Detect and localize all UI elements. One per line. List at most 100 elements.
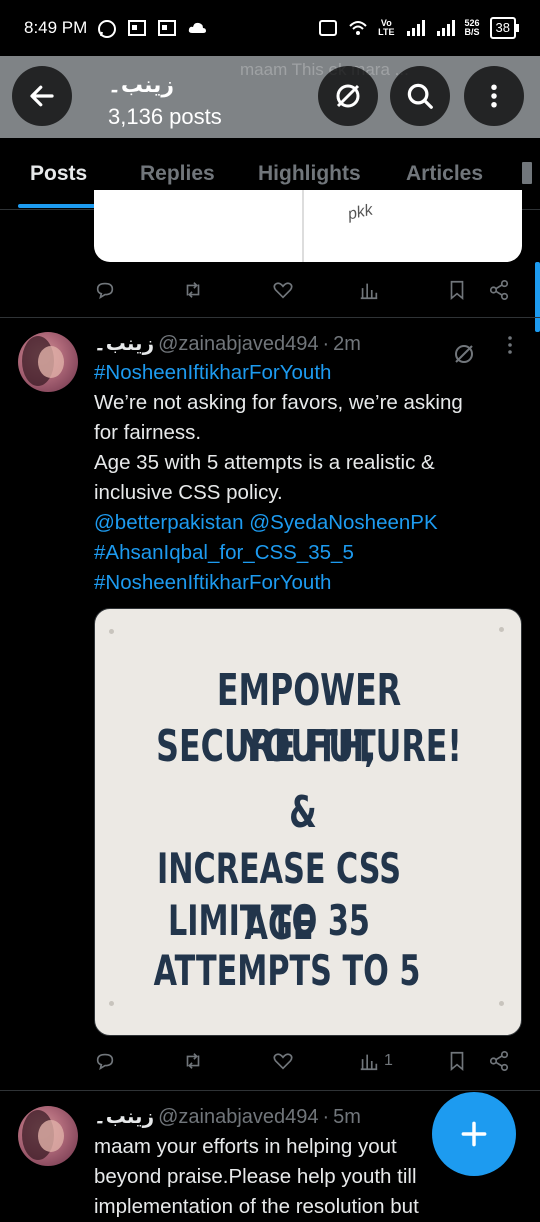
plus-icon xyxy=(461,1121,487,1147)
banner-text-line: & xyxy=(289,787,317,838)
tab-replies[interactable]: Replies xyxy=(140,162,215,186)
profile-header: maam This ek mara ... زینب۔ 3,136 posts xyxy=(0,56,540,138)
heart-icon xyxy=(273,1053,293,1070)
like-button[interactable] xyxy=(272,279,294,301)
arrow-left-icon xyxy=(30,85,54,107)
volte-indicator: Vo LTE xyxy=(378,19,394,37)
bookmark-button[interactable] xyxy=(446,1050,468,1072)
repost-button[interactable] xyxy=(182,279,204,301)
post-text-line: inclusive CSS policy. xyxy=(94,481,283,504)
bookmark-button[interactable] xyxy=(446,279,468,301)
post-text-line: implementation of the resolution but xyxy=(94,1195,419,1218)
user-handle[interactable]: @zainabjaved494 xyxy=(158,333,318,356)
network-speed: 526 B/S xyxy=(465,19,480,37)
status-right: Vo LTE 526 B/S 38 xyxy=(318,17,520,39)
repost-button[interactable] xyxy=(182,1050,204,1072)
cloud-icon xyxy=(187,19,207,37)
banner-grommet xyxy=(109,1001,114,1006)
analytics-icon xyxy=(360,283,378,300)
more-vertical-icon xyxy=(508,336,512,354)
tab-posts[interactable]: Posts xyxy=(30,162,87,186)
post-divider xyxy=(0,1090,540,1091)
repost-icon xyxy=(186,1053,200,1069)
views-button[interactable] xyxy=(358,279,380,301)
post-text-line: for fairness. xyxy=(94,421,202,444)
share-icon xyxy=(489,280,509,300)
bookmark-icon xyxy=(450,1051,464,1072)
nfc-icon xyxy=(318,19,338,37)
post-actions: 1 xyxy=(94,1050,514,1076)
post-image[interactable]: EMPOWER YOUTH, SECURE FUTURE! & INCREASE… xyxy=(94,608,522,1036)
views-count: 1 xyxy=(384,1052,393,1069)
grok-icon xyxy=(336,84,360,108)
header-display-name: زینب۔ xyxy=(108,72,175,97)
compose-button[interactable] xyxy=(432,1092,516,1176)
tab-highlights[interactable]: Highlights xyxy=(258,162,361,186)
analytics-icon xyxy=(360,1054,378,1071)
image-fold-line xyxy=(302,190,304,262)
post-header: زینب۔ @zainabjaved494 · 2m xyxy=(94,331,361,356)
banner-grommet xyxy=(499,627,504,632)
wifi-icon xyxy=(348,19,368,37)
tab-articles[interactable]: Articles xyxy=(406,162,483,186)
mention-links[interactable]: @betterpakistan @SyedaNosheenPK xyxy=(94,508,514,538)
reply-button[interactable] xyxy=(94,1050,116,1072)
network-speed-unit: B/S xyxy=(464,27,480,37)
post-time[interactable]: 2m xyxy=(333,333,361,356)
tab-overflow-hint[interactable] xyxy=(522,162,532,184)
separator-dot: · xyxy=(322,333,330,355)
repost-icon xyxy=(186,282,200,298)
hashtag-link[interactable]: #NosheenIftikharForYouth xyxy=(94,358,514,388)
banner-text-line: ATTEMPTS TO 5 xyxy=(153,946,421,995)
hashtag-link[interactable]: #NosheenIftikharForYouth xyxy=(94,568,514,598)
previous-post-actions xyxy=(94,279,514,305)
post-text-line: Age 35 with 5 attempts is a realistic & xyxy=(94,451,435,474)
banner-text-line: LIMIT TO 35 xyxy=(168,896,370,945)
hashtag-link[interactable]: #AhsanIqbal_for_CSS_35_5 xyxy=(94,538,514,568)
header-post-count: 3,136 posts xyxy=(108,104,222,129)
user-handle[interactable]: @zainabjaved494 xyxy=(158,1106,318,1129)
display-name[interactable]: زینب۔ xyxy=(94,1104,154,1129)
share-icon xyxy=(489,1051,509,1071)
battery-indicator: 38 xyxy=(489,17,520,39)
display-name[interactable]: زینب۔ xyxy=(94,331,154,356)
grok-button[interactable] xyxy=(318,66,378,126)
post-header: زینب۔ @zainabjaved494 · 5m xyxy=(94,1104,361,1129)
bookmark-icon xyxy=(450,280,464,301)
signal-icon-2 xyxy=(435,19,455,37)
more-options-button[interactable] xyxy=(464,66,524,126)
reply-icon xyxy=(96,282,114,300)
share-button[interactable] xyxy=(488,1050,510,1072)
more-vertical-icon xyxy=(491,84,497,108)
separator-dot: · xyxy=(322,1106,330,1128)
avatar-face xyxy=(38,346,64,378)
status-left: 8:49 PM xyxy=(24,18,207,38)
news-icon-2 xyxy=(157,19,177,37)
share-button[interactable] xyxy=(488,279,510,301)
post-time[interactable]: 5m xyxy=(333,1106,361,1129)
avatar[interactable] xyxy=(18,332,78,392)
active-tab-indicator xyxy=(18,204,104,208)
heart-icon xyxy=(273,282,293,299)
avatar-face xyxy=(38,1120,64,1152)
news-icon xyxy=(127,19,147,37)
views-button[interactable]: 1 xyxy=(358,1050,393,1072)
back-button[interactable] xyxy=(12,66,72,126)
post-text-line: We’re not asking for favors, we’re askin… xyxy=(94,391,463,414)
search-icon xyxy=(407,83,433,109)
volte-bottom: LTE xyxy=(378,27,395,37)
scrollbar-thumb[interactable] xyxy=(535,262,540,332)
like-button[interactable] xyxy=(272,1050,294,1072)
post-divider xyxy=(0,317,540,318)
post-text: #NosheenIftikharForYouth We’re not askin… xyxy=(94,358,514,598)
whatsapp-icon xyxy=(97,19,117,38)
reply-button[interactable] xyxy=(94,279,116,301)
signal-icon xyxy=(405,19,425,37)
search-button[interactable] xyxy=(390,66,450,126)
clock: 8:49 PM xyxy=(24,18,88,37)
previous-post-image[interactable]: pkk xyxy=(94,190,522,262)
avatar[interactable] xyxy=(18,1106,78,1166)
banner-grommet xyxy=(109,629,114,634)
image-handwriting: pkk xyxy=(346,201,375,224)
status-bar: 8:49 PM Vo LTE 526 B/S 38 xyxy=(0,0,540,56)
